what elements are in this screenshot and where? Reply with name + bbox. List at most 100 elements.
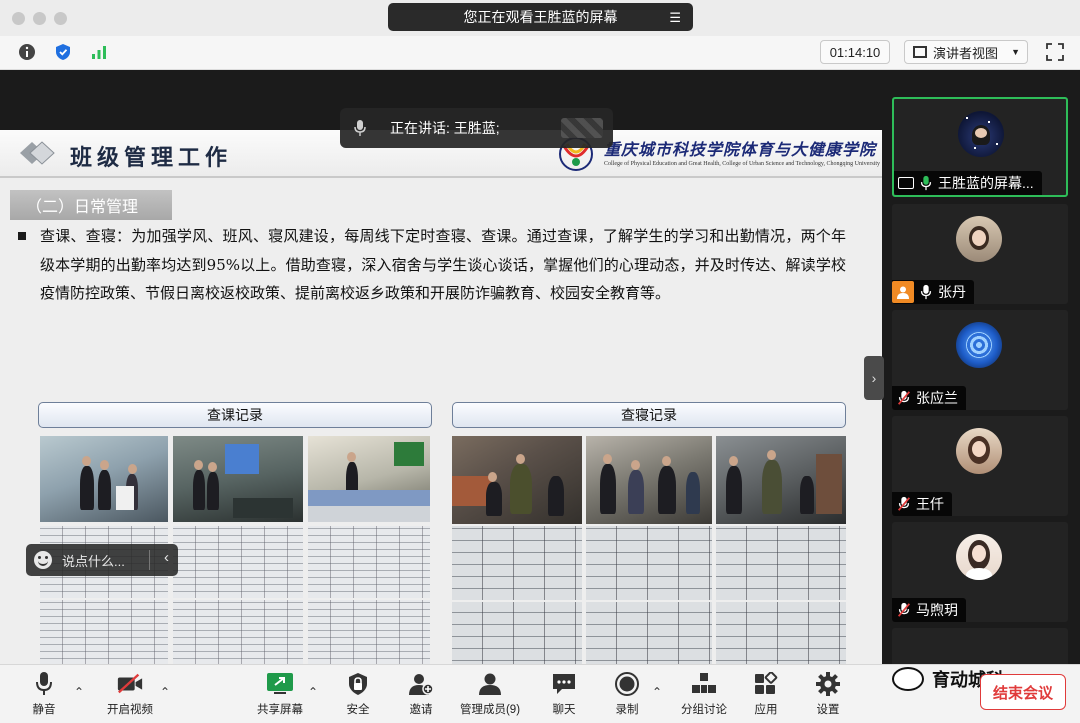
record-icon (613, 671, 641, 697)
window-close-button[interactable] (12, 12, 25, 25)
sharing-banner-text: 您正在观看王胜蓝的屏幕 (463, 9, 618, 25)
attendance-sheet-photo (173, 600, 303, 672)
screen-share-icon (898, 177, 914, 189)
meeting-toolbar: 01:14:10 演讲者视图 ▼ (0, 36, 1080, 70)
security-label: 安全 (346, 704, 370, 716)
dorm-sheet-photo (452, 526, 582, 600)
settings-button[interactable]: 设置 (790, 665, 866, 723)
speaker-thumbnail (561, 118, 603, 138)
section-heading: （二）日常管理 (10, 190, 172, 220)
chevron-up-icon[interactable]: ⌃ (652, 685, 662, 699)
avatar (956, 534, 1002, 580)
window-minimize-button[interactable] (33, 12, 46, 25)
active-speaker-label: 正在讲话: 王胜蓝; (390, 120, 500, 136)
fullscreen-icon[interactable] (1046, 43, 1064, 61)
chevron-up-icon[interactable]: ⌃ (160, 685, 170, 699)
record-label: 录制 (615, 704, 639, 716)
chat-label: 聊天 (552, 704, 576, 716)
chevron-up-icon[interactable]: ⌃ (308, 685, 318, 699)
dorm-sheet-photo (586, 526, 712, 600)
participant-tile[interactable]: 王仟 (892, 416, 1068, 516)
participant-name: 王仟 (916, 496, 944, 512)
attendance-sheet-photo (308, 526, 430, 598)
share-screen-icon (266, 671, 294, 697)
gear-icon (814, 671, 842, 697)
attendance-sheet-photo (40, 600, 168, 672)
active-speaker-indicator: 正在讲话: 王胜蓝; (340, 108, 613, 148)
participant-name: 张应兰 (916, 390, 958, 406)
start-video-label: 开启视频 (107, 704, 153, 716)
class-check-photo (308, 436, 430, 522)
share-screen-button[interactable]: 共享屏幕 (242, 665, 318, 723)
participant-name-tag: 张应兰 (892, 386, 966, 410)
end-meeting-button[interactable]: 结束会议 (980, 674, 1066, 710)
microphone-on-icon (920, 284, 932, 300)
chevron-down-icon: ▼ (1011, 47, 1020, 57)
invite-button[interactable]: 邀请 (383, 665, 459, 723)
apps-icon (752, 671, 780, 697)
microphone-icon (354, 120, 366, 136)
breakout-rooms-label: 分组讨论 (681, 704, 727, 716)
dorm-sheet-photo (586, 602, 712, 672)
dorm-sheet-photo (716, 526, 846, 600)
screen-sharing-banner: 您正在观看王胜蓝的屏幕 ☰ (388, 3, 693, 31)
college-name: 重庆城市科技学院体育与大健康学院 (604, 140, 877, 159)
sharing-options-icon[interactable]: ☰ (669, 10, 681, 26)
participant-tile[interactable]: 马煦玥 (892, 522, 1068, 622)
video-off-icon (116, 671, 144, 697)
emoji-icon[interactable] (34, 551, 52, 569)
chevron-right-icon: › (871, 370, 877, 386)
manage-participants-label: 管理成员(9) (459, 704, 521, 716)
manage-participants-button[interactable]: 管理成员(9) (452, 665, 528, 723)
participant-name-tag: 马煦玥 (892, 598, 966, 622)
settings-label: 设置 (816, 704, 840, 716)
view-mode-dropdown[interactable]: 演讲者视图 ▼ (904, 40, 1028, 64)
participant-name: 张丹 (938, 284, 966, 300)
caption-dorm-check: 查寝记录 (452, 402, 846, 428)
view-mode-label: 演讲者视图 (933, 45, 999, 61)
avatar (956, 428, 1002, 474)
mute-button[interactable]: 静音 (6, 665, 82, 723)
person-icon (892, 281, 914, 303)
microphone-muted-icon (897, 390, 911, 405)
gallery-collapse-handle[interactable]: › (864, 356, 884, 400)
window-zoom-button[interactable] (54, 12, 67, 25)
window-titlebar: 您正在观看王胜蓝的屏幕 ☰ (0, 0, 1080, 36)
dorm-check-photo (586, 436, 712, 524)
chevron-left-icon[interactable]: ‹ (164, 549, 169, 566)
dorm-sheet-photo (716, 602, 846, 672)
shared-screen-area: 班级管理工作 重庆城市科技学院体育与大健康学院 College of Physi… (0, 70, 882, 692)
chat-bubble-icon (550, 671, 578, 697)
breakout-rooms-icon (690, 671, 718, 697)
mute-label: 静音 (32, 704, 56, 716)
avatar (958, 111, 1004, 157)
slide-title: 班级管理工作 (70, 146, 233, 171)
participant-tile[interactable]: 王胜蓝的屏幕... (892, 97, 1068, 197)
chevron-up-icon[interactable]: ⌃ (74, 685, 84, 699)
caption-class-check: 查课记录 (38, 402, 432, 428)
participant-tile-partial[interactable] (892, 628, 1068, 664)
college-english-name: College of Physical Education and Great … (604, 161, 881, 167)
class-check-photo (173, 436, 303, 522)
participant-tile[interactable]: 张应兰 (892, 310, 1068, 410)
dorm-check-photo (452, 436, 582, 524)
participant-name-tag: 王胜蓝的屏幕... (894, 171, 1042, 195)
info-icon[interactable] (16, 41, 38, 63)
participant-name-tag: 王仟 (892, 492, 952, 516)
participant-tile[interactable]: 张丹 (892, 204, 1068, 304)
start-video-button[interactable]: 开启视频 (92, 665, 168, 723)
share-screen-label: 共享屏幕 (257, 704, 303, 716)
encryption-shield-icon[interactable] (52, 41, 74, 63)
presentation-slide: 班级管理工作 重庆城市科技学院体育与大健康学院 College of Physi… (0, 130, 882, 692)
microphone-muted-icon (897, 496, 911, 511)
attendance-sheet-photo (173, 526, 303, 598)
avatar (956, 322, 1002, 368)
class-check-photo (40, 436, 168, 522)
apps-label: 应用 (754, 704, 778, 716)
security-shield-icon (344, 671, 372, 697)
add-person-icon (407, 671, 435, 697)
speaker-view-icon (913, 46, 927, 58)
network-signal-icon[interactable] (88, 41, 110, 63)
reaction-chat-input[interactable]: 说点什么... ‹ (26, 544, 178, 576)
slide-paragraph: 查课、查寝：为加强学风、班风、寝风建设，每周线下定时查寝、查课。通过查课，了解学… (40, 227, 846, 302)
